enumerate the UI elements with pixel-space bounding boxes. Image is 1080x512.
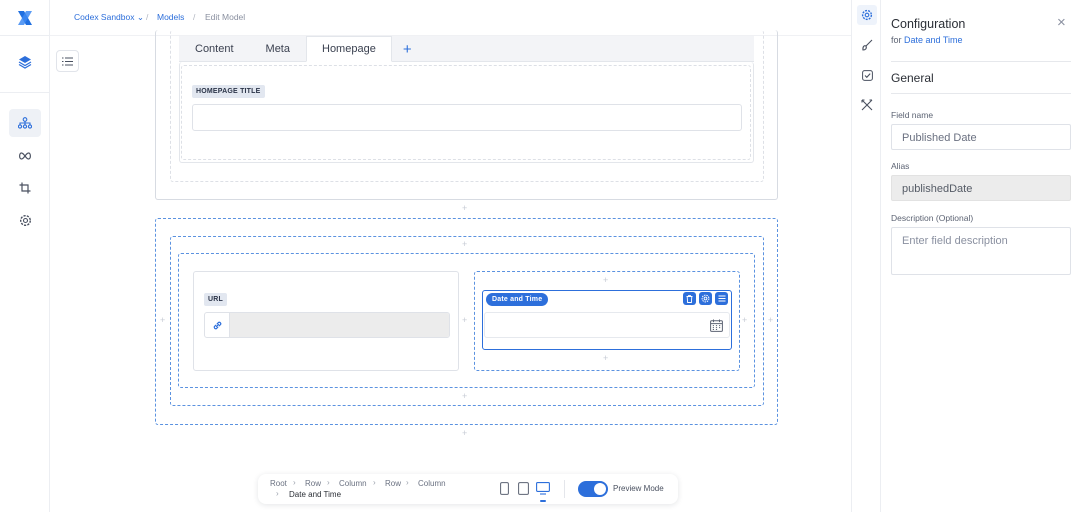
datetime-input[interactable]	[484, 312, 730, 338]
field-name-label: Field name	[891, 110, 934, 120]
add-right-plus[interactable]: +	[768, 316, 773, 325]
bottom-toolbar: Root › Row › Column › Row › Column › Dat…	[258, 474, 678, 504]
path-item-current[interactable]: Date and Time	[289, 490, 341, 499]
breadcrumb-workspace[interactable]: Codex Sandbox ⌄	[74, 12, 144, 23]
homepage-title-input[interactable]	[192, 104, 742, 131]
preview-mode-toggle[interactable]	[578, 481, 608, 497]
alias-input: publishedDate	[891, 175, 1071, 201]
list-icon	[62, 57, 73, 65]
add-left-plus[interactable]: +	[160, 316, 165, 325]
path-separator: ›	[406, 478, 409, 487]
url-input[interactable]	[230, 313, 449, 337]
add-plus[interactable]: +	[603, 276, 608, 285]
homepage-title-label: HOMEPAGE TITLE	[192, 85, 265, 98]
add-plus[interactable]: +	[462, 392, 467, 401]
infinity-icon[interactable]	[9, 142, 41, 170]
path-item-root[interactable]: Root	[270, 479, 287, 488]
tab-homepage[interactable]: Homepage	[306, 36, 392, 62]
field-settings-icon[interactable]	[699, 292, 712, 305]
url-field[interactable]	[204, 312, 450, 338]
panel-for-target[interactable]: Date and Time	[904, 35, 963, 45]
panel-divider	[891, 93, 1071, 94]
breadcrumb-separator: /	[193, 12, 196, 22]
configuration-panel: Configuration for Date and Time × Genera…	[881, 0, 1080, 512]
panel-divider	[891, 61, 1071, 62]
logo-icon[interactable]	[16, 9, 34, 27]
link-icon	[205, 313, 230, 337]
path-item-column[interactable]: Column	[418, 479, 446, 488]
tablet-device-icon[interactable]	[518, 482, 529, 495]
close-icon[interactable]: ×	[1057, 15, 1066, 30]
tools-icon[interactable]	[857, 95, 877, 115]
trash-icon[interactable]	[683, 292, 696, 305]
add-plus[interactable]: +	[742, 316, 747, 325]
brush-icon[interactable]	[857, 35, 877, 55]
panel-subtitle: for Date and Time	[891, 35, 963, 45]
rail-divider	[0, 92, 50, 93]
hierarchy-icon[interactable]	[9, 109, 41, 137]
add-tab-button[interactable]: +	[392, 36, 423, 62]
field-name-input[interactable]: Published Date	[891, 124, 1071, 150]
tabs: Content Meta Homepage +	[179, 36, 423, 62]
path-item-row[interactable]: Row	[385, 479, 401, 488]
layers-icon[interactable]	[9, 48, 41, 76]
desktop-device-icon[interactable]	[536, 482, 550, 495]
add-middle-plus[interactable]: +	[462, 316, 467, 325]
settings-icon[interactable]	[9, 206, 41, 234]
breadcrumb-current: Edit Model	[205, 12, 246, 22]
calendar-icon[interactable]	[710, 319, 723, 332]
section-general[interactable]: General	[891, 71, 934, 85]
path-separator: ›	[276, 489, 279, 498]
breadcrumb-separator: /	[146, 12, 149, 22]
path-item-row[interactable]: Row	[305, 479, 321, 488]
add-plus[interactable]: +	[603, 354, 608, 363]
mobile-device-icon[interactable]	[500, 482, 509, 495]
outline-toggle-button[interactable]	[56, 50, 79, 72]
path-separator: ›	[293, 478, 296, 487]
panel-title: Configuration	[891, 17, 966, 31]
path-separator: ›	[373, 478, 376, 487]
breadcrumb-models[interactable]: Models	[157, 12, 184, 22]
crop-icon[interactable]	[9, 174, 41, 202]
device-active-indicator	[540, 500, 546, 502]
config-settings-icon[interactable]	[857, 5, 877, 25]
add-row-plus[interactable]: +	[462, 204, 467, 213]
drag-handle-icon[interactable]	[715, 292, 728, 305]
datetime-label: Date and Time	[486, 293, 549, 306]
validation-icon[interactable]	[857, 65, 877, 85]
path-separator: ›	[327, 478, 330, 487]
panel-icon-strip	[851, 0, 881, 512]
path-item-column[interactable]: Column	[339, 479, 367, 488]
add-plus[interactable]: +	[462, 429, 467, 438]
panel-for-prefix: for	[891, 35, 902, 45]
tab-content[interactable]: Content	[179, 36, 250, 62]
preview-mode-label: Preview Mode	[613, 484, 664, 493]
url-label: URL	[204, 293, 227, 306]
alias-label: Alias	[891, 161, 910, 171]
description-label: Description (Optional)	[891, 213, 974, 223]
toggle-knob	[594, 483, 606, 495]
left-rail	[0, 0, 50, 512]
toolbar-divider	[564, 480, 565, 498]
tab-meta[interactable]: Meta	[250, 36, 306, 62]
rail-divider	[0, 35, 50, 36]
description-textarea[interactable]: Enter field description	[891, 227, 1071, 275]
